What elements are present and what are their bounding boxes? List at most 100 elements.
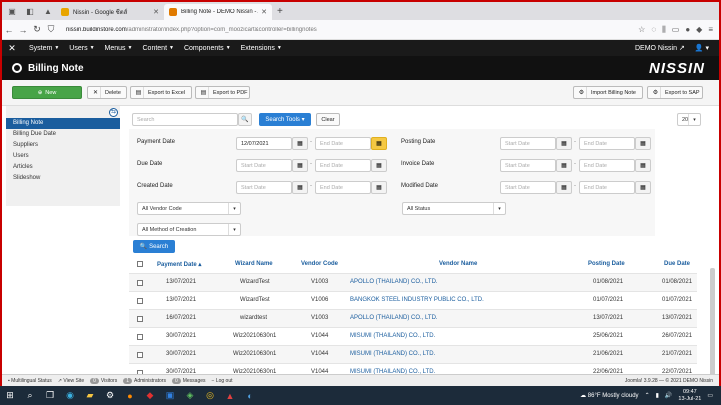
pinned-tab-icon[interactable]: ▲ [40, 3, 56, 19]
app-icon[interactable]: ▲ [220, 386, 240, 405]
weather-widget[interactable]: ☁ 86°F Mostly cloudy [580, 392, 638, 399]
search-icon-button[interactable]: 🔍 [238, 113, 252, 126]
sidebar-item-suppliers[interactable]: Suppliers [6, 140, 120, 151]
row-checkbox[interactable] [137, 352, 143, 358]
row-checkbox[interactable] [137, 298, 143, 304]
export-sap-button[interactable]: ⚙ Export to SAP [647, 86, 703, 99]
search-input[interactable]: Search [132, 113, 238, 126]
messages-link[interactable]: 0 Messages [171, 377, 206, 384]
vendor-name-link[interactable]: APOLLO (THAILAND) CO., LTD. [350, 315, 438, 321]
calendar-icon[interactable]: ▦ [556, 159, 572, 172]
firefox-icon[interactable]: ● [120, 386, 140, 405]
export-excel-button[interactable]: ▤ Export to Excel [130, 86, 192, 99]
status-select[interactable]: All Status ▾ [402, 202, 506, 215]
delete-button[interactable]: ✕ Delete [87, 86, 127, 99]
administrators-link[interactable]: 1 Administrators [123, 377, 166, 384]
header-wizard-name[interactable]: Wizard Name [235, 261, 273, 267]
calendar-icon[interactable]: ▦ [635, 137, 651, 150]
joomla-logo-icon[interactable]: ✕ [5, 43, 19, 54]
vendor-name-link[interactable]: APOLLO (THAILAND) CO., LTD. [350, 279, 438, 285]
posting-date-start[interactable]: Start Date [500, 137, 556, 150]
menu-menus[interactable]: Menus ▼ [105, 45, 133, 52]
sidebar-item-users[interactable]: Users [6, 151, 120, 162]
extension-icon[interactable]: ◆ [696, 25, 702, 34]
notification-icon[interactable]: ▭ [707, 392, 713, 399]
calendar-icon[interactable]: ▦ [371, 181, 387, 194]
created-date-start[interactable]: Start Date [236, 181, 292, 194]
scrollbar[interactable] [710, 268, 715, 380]
created-date-end[interactable]: End Date [315, 181, 371, 194]
new-tab-button[interactable]: + [277, 6, 283, 17]
menu-components[interactable]: Components ▼ [184, 45, 231, 52]
invoice-date-start[interactable]: Start Date [500, 159, 556, 172]
settings-icon[interactable]: ⚙ [100, 386, 120, 405]
windows-start-icon[interactable]: ⊞ [0, 386, 20, 405]
network-icon[interactable]: ▮ [656, 392, 659, 399]
browser-tab[interactable]: Nissin - Google ชีตส์ ✕ [56, 4, 164, 20]
site-name-link[interactable]: DEMO Nissin ↗ [635, 44, 685, 52]
calendar-icon[interactable]: ▦ [292, 181, 308, 194]
reload-icon[interactable]: ↻ [30, 24, 44, 35]
extension-icon[interactable]: ● [685, 25, 690, 34]
app-icon[interactable]: ▣ [160, 386, 180, 405]
import-billing-note-button[interactable]: ⚙ Import Billing Note [573, 86, 643, 99]
library-icon[interactable]: ⫼ [662, 25, 666, 35]
address-bar[interactable]: nissin.buildinstore.com/administrator/in… [66, 27, 406, 33]
app-icon[interactable]: ◆ [140, 386, 160, 405]
reader-icon[interactable]: ▭ [672, 25, 680, 34]
vendor-name-link[interactable]: MISUMI (THAILAND) CO., LTD. [350, 333, 435, 339]
search-icon[interactable]: ⌕ [20, 386, 40, 405]
table-row[interactable]: 30/07/2021 Wiz20210630n1 V1044 MISUMI (T… [129, 327, 697, 345]
header-posting-date[interactable]: Posting Date [588, 261, 625, 267]
browser-tab-active[interactable]: Billing Note - DEMO Nissin - A ✕ [164, 4, 272, 20]
chrome-icon[interactable]: ◎ [200, 386, 220, 405]
multilingual-status-link[interactable]: ▪ Multilingual Status [8, 378, 52, 384]
calendar-icon[interactable]: ▦ [292, 159, 308, 172]
clear-button[interactable]: Clear [316, 113, 340, 126]
pocket-icon[interactable]: ◌ [651, 25, 656, 34]
header-due-date[interactable]: Due Date [664, 261, 690, 267]
due-date-end[interactable]: End Date [315, 159, 371, 172]
payment-date-start[interactable]: 12/07/2021 [236, 137, 292, 150]
row-checkbox[interactable] [137, 334, 143, 340]
app-icon[interactable]: ◐ [240, 386, 260, 405]
calendar-icon[interactable]: ▦ [556, 181, 572, 194]
forward-icon[interactable]: → [16, 25, 30, 35]
app-icon[interactable]: ◈ [180, 386, 200, 405]
shield-icon[interactable]: ⛉ [44, 24, 58, 35]
sidebar-toggle-icon[interactable]: ⇆ [109, 108, 118, 117]
menu-icon[interactable]: ≡ [708, 25, 713, 34]
menu-extensions[interactable]: Extensions ▼ [241, 45, 282, 52]
row-checkbox[interactable] [137, 316, 143, 322]
calendar-icon[interactable]: ▦ [635, 181, 651, 194]
header-vendor-name[interactable]: Vendor Name [439, 261, 477, 267]
close-tab-icon[interactable]: ✕ [153, 8, 159, 16]
menu-users[interactable]: Users ▼ [69, 45, 94, 52]
table-row[interactable]: 30/07/2021 Wiz20210630n1 V1044 MISUMI (T… [129, 345, 697, 363]
table-row[interactable]: 13/07/2021 WizardTest V1006 BANGKOK STEE… [129, 291, 697, 309]
back-icon[interactable]: ← [2, 25, 16, 35]
user-menu[interactable]: 👤 ▾ [695, 44, 709, 52]
edge-icon[interactable]: ◉ [60, 386, 80, 405]
pinned-tab-icon[interactable]: ▣ [4, 3, 20, 19]
new-button[interactable]: ⊕ New [12, 86, 82, 99]
header-vendor-code[interactable]: Vendor Code [301, 261, 338, 267]
system-clock[interactable]: 09:47 13-Jul-21 [678, 389, 701, 403]
calendar-icon[interactable]: ▦ [371, 159, 387, 172]
table-row[interactable]: 16/07/2021 wizardtest V1003 APOLLO (THAI… [129, 309, 697, 327]
vendor-name-link[interactable]: MISUMI (THAILAND) CO., LTD. [350, 351, 435, 357]
search-tools-button[interactable]: Search Tools ▾ [259, 113, 311, 126]
folder-icon[interactable]: ▰ [80, 386, 100, 405]
tray-chevron-icon[interactable]: ⌃ [645, 392, 650, 399]
menu-system[interactable]: System ▼ [29, 45, 59, 52]
sidebar-item-slideshow[interactable]: Slideshow [6, 173, 120, 184]
table-row[interactable]: 13/07/2021 WizardTest V1003 APOLLO (THAI… [129, 273, 697, 291]
sidebar-item-articles[interactable]: Articles [6, 162, 120, 173]
calendar-icon[interactable]: ▦ [635, 159, 651, 172]
calendar-icon[interactable]: ▦ [292, 137, 308, 150]
bookmark-star-icon[interactable]: ☆ [638, 25, 645, 34]
export-pdf-button[interactable]: ▤ Export to PDF [195, 86, 250, 99]
view-site-link[interactable]: ↗ View Site [58, 378, 84, 384]
calendar-icon[interactable]: ▦ [556, 137, 572, 150]
payment-date-end[interactable]: End Date [315, 137, 371, 150]
